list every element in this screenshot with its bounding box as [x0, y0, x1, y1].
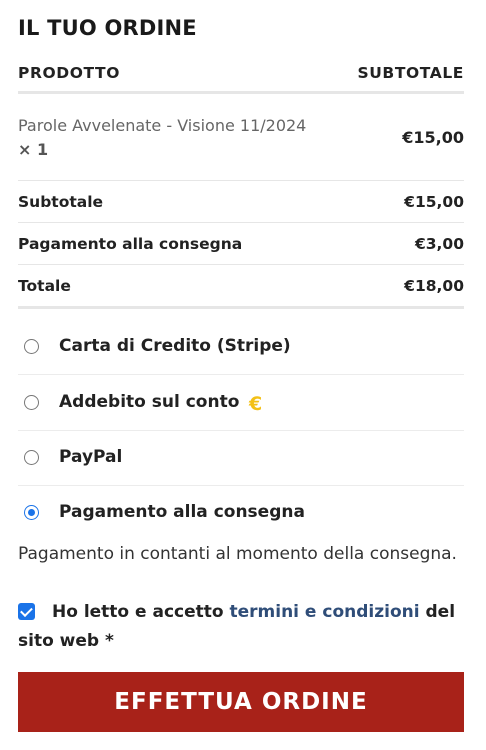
- product-price: €15,00: [402, 128, 464, 147]
- payment-option-paypal[interactable]: PayPal: [18, 431, 464, 486]
- col-subtotal-header: SUBTOTALE: [357, 64, 464, 82]
- product-name: Parole Avvelenate - Visione 11/2024: [18, 116, 307, 135]
- direct-debit-radio[interactable]: [24, 395, 39, 410]
- fee-label: Pagamento alla consegna: [18, 235, 243, 253]
- stripe-radio[interactable]: [24, 339, 39, 354]
- table-header: PRODOTTO SUBTOTALE: [18, 64, 464, 94]
- euro-icon: €: [249, 393, 263, 415]
- direct-debit-label[interactable]: Addebito sul conto: [59, 392, 239, 412]
- subtotal-label: Subtotale: [18, 193, 104, 211]
- payment-description: Pagamento in contanti al momento della c…: [18, 544, 457, 564]
- payment-option-direct-debit[interactable]: Addebito sul conto €: [18, 376, 464, 431]
- payment-option-stripe[interactable]: Carta di Credito (Stripe): [18, 320, 464, 375]
- paypal-label[interactable]: PayPal: [59, 447, 122, 467]
- fee-row: Pagamento alla consegna €3,00: [18, 223, 464, 265]
- terms-link[interactable]: termini e condizioni: [230, 602, 420, 622]
- total-row: Totale €18,00: [18, 265, 464, 309]
- order-title: IL TUO ORDINE: [18, 16, 197, 40]
- cod-label[interactable]: Pagamento alla consegna: [59, 502, 305, 522]
- subtotal-value: €15,00: [404, 193, 464, 211]
- place-order-button[interactable]: EFFETTUA ORDINE: [18, 672, 464, 732]
- terms-prefix: Ho letto e accetto: [52, 602, 224, 622]
- total-label: Totale: [18, 277, 71, 295]
- total-value: €18,00: [404, 277, 464, 295]
- col-product-header: PRODOTTO: [18, 64, 120, 82]
- paypal-radio[interactable]: [24, 450, 39, 465]
- terms-agreement: Ho letto e accetto termini e condizioni …: [18, 598, 464, 656]
- product-quantity: × 1: [18, 140, 49, 159]
- stripe-label[interactable]: Carta di Credito (Stripe): [59, 336, 291, 356]
- terms-checkbox[interactable]: [18, 603, 35, 620]
- product-row: Parole Avvelenate - Visione 11/2024 × 1 …: [18, 94, 464, 181]
- cod-radio[interactable]: [24, 505, 39, 520]
- payment-option-cod[interactable]: Pagamento alla consegna: [18, 486, 464, 541]
- subtotal-row: Subtotale €15,00: [18, 181, 464, 223]
- fee-value: €3,00: [414, 235, 464, 253]
